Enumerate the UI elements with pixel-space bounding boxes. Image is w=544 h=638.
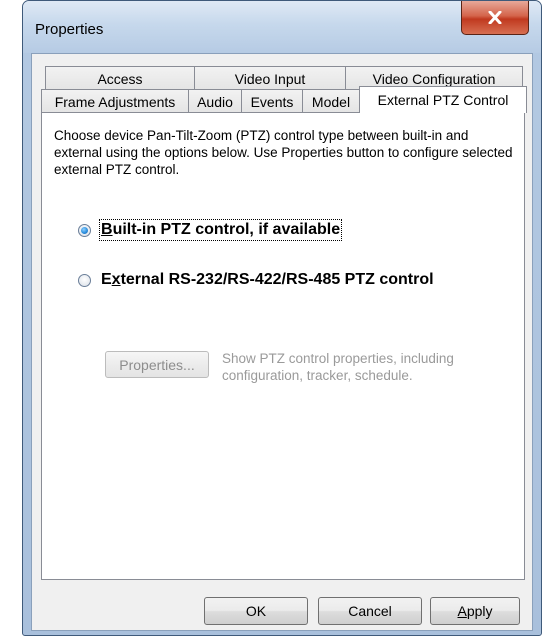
external-ptz-radio[interactable] [78,273,91,287]
builtin-ptz-label[interactable]: Built-in PTZ control, if available [98,219,343,241]
title-bar[interactable]: Properties [23,1,541,53]
external-ptz-accesskey: x [111,271,121,288]
builtin-ptz-accesskey: B [101,221,113,238]
tab-external-ptz-control[interactable]: External PTZ Control [359,86,527,113]
tab-panel-external-ptz: Choose device Pan-Tilt-Zoom (PTZ) contro… [41,112,525,580]
tab-events[interactable]: Events [241,89,303,113]
external-ptz-label-prefix: E [101,271,112,288]
apply-label: pply [466,603,493,619]
cancel-button[interactable]: Cancel [318,597,422,625]
tab-audio[interactable]: Audio [188,89,242,113]
properties-button[interactable]: Properties... [105,351,209,378]
builtin-ptz-option[interactable]: Built-in PTZ control, if available [78,219,343,241]
properties-description: Show PTZ control properties, including c… [222,351,454,383]
tab-model[interactable]: Model [302,89,360,113]
tab-video-input[interactable]: Video Input [194,66,346,90]
apply-accesskey: A [457,603,467,619]
ok-button[interactable]: OK [204,597,308,625]
dialog-client-area: Access Video Input Video Configuration F… [31,53,533,631]
tab-frame-adjustments[interactable]: Frame Adjustments [41,89,189,113]
external-ptz-option[interactable]: External RS-232/RS-422/RS-485 PTZ contro… [78,271,434,289]
intro-text: Choose device Pan-Tilt-Zoom (PTZ) contro… [54,128,513,177]
builtin-ptz-radio[interactable] [78,223,91,237]
close-x-icon [488,11,502,24]
apply-button[interactable]: Apply [430,597,520,625]
external-ptz-label-text: ternal RS-232/RS-422/RS-485 PTZ control [120,271,434,288]
tab-access[interactable]: Access [45,66,195,90]
window-title: Properties [35,21,104,38]
radio-selected-dot [81,226,88,234]
external-ptz-label[interactable]: External RS-232/RS-422/RS-485 PTZ contro… [101,271,434,289]
tab-row-front: Frame Adjustments Audio Events Model Ext… [41,86,527,113]
properties-dialog: Properties Access Video Input Video Conf… [22,0,542,636]
builtin-ptz-label-text: uilt-in PTZ control, if available [112,221,341,238]
close-button[interactable] [461,1,529,35]
